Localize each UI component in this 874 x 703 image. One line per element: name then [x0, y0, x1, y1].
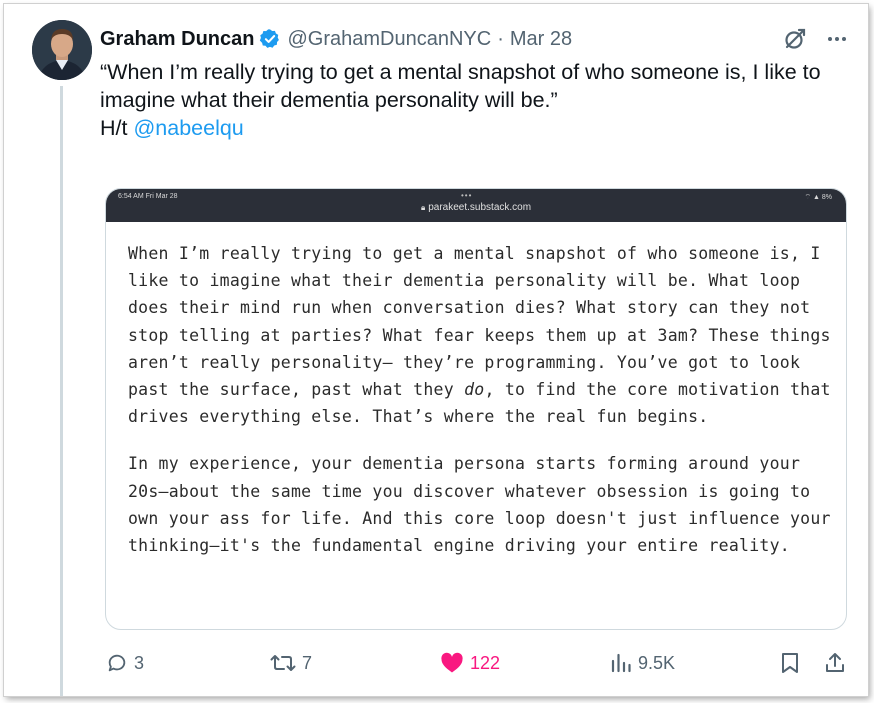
- url-text: parakeet.substack.com: [428, 202, 532, 213]
- tweet-actions: 3 7 122 9.5K: [100, 652, 852, 678]
- tweet-date[interactable]: Mar 28: [510, 28, 572, 51]
- share-icon: [826, 653, 844, 672]
- separator-dot: ·: [497, 27, 504, 50]
- repost-count: 7: [302, 652, 313, 673]
- avatar[interactable]: [32, 20, 92, 80]
- bookmark-button[interactable]: [780, 652, 800, 674]
- thread-line: [60, 86, 63, 696]
- grok-icon[interactable]: [782, 26, 808, 52]
- more-options-icon[interactable]: [826, 28, 848, 50]
- author-name[interactable]: Graham Duncan: [100, 28, 254, 51]
- author-handle[interactable]: @GrahamDuncanNYC: [287, 28, 491, 51]
- reply-count: 3: [134, 652, 145, 673]
- avatar-image: [32, 20, 92, 80]
- hat-tip-line: H/t @nabeelqu: [100, 114, 860, 142]
- embedded-screenshot[interactable]: 6:54 AM Fri Mar 28 ••• ⌔ ▲ 8% 🔒︎ parakeet…: [105, 188, 847, 630]
- lock-icon: 🔒︎: [420, 203, 426, 212]
- repost-icon: [270, 655, 296, 671]
- status-indicators: ⌔ ▲ 8%: [804, 194, 832, 201]
- tweet-header: Graham Duncan @GrahamDuncanNYC · Mar 28: [100, 24, 850, 54]
- paragraph-1-text: When I’m really trying to get a mental s…: [128, 244, 831, 400]
- tweet-quote: “When I’m really trying to get a mental …: [100, 60, 821, 112]
- share-button[interactable]: [824, 652, 846, 674]
- like-count: 122: [470, 652, 501, 673]
- url-bar: 🔒︎ parakeet.substack.com: [106, 202, 846, 213]
- article-body: When I’m really trying to get a mental s…: [106, 222, 846, 559]
- view-count: 9.5K: [638, 652, 676, 673]
- views-chart-icon: [611, 653, 631, 673]
- mention-link[interactable]: @nabeelqu: [133, 116, 243, 140]
- browser-status-bar: 6:54 AM Fri Mar 28 ••• ⌔ ▲ 8% 🔒︎ parakeet…: [106, 189, 846, 222]
- paragraph-1-emphasis: do: [464, 380, 485, 400]
- status-time: 6:54 AM Fri Mar 28: [118, 193, 178, 200]
- tab-dots: •••: [461, 191, 473, 200]
- tweet-text: “When I’m really trying to get a mental …: [100, 58, 860, 142]
- views-button[interactable]: 9.5K: [610, 652, 675, 674]
- repost-button[interactable]: 7: [270, 652, 312, 674]
- heart-icon: [441, 652, 463, 673]
- header-actions: [782, 26, 848, 52]
- article-paragraph-2: In my experience, your dementia persona …: [128, 454, 831, 556]
- tweet-card: Graham Duncan @GrahamDuncanNYC · Mar 28 …: [4, 4, 868, 696]
- reply-button[interactable]: 3: [106, 652, 144, 674]
- like-button[interactable]: 122: [440, 652, 500, 674]
- bookmark-icon: [782, 653, 798, 673]
- article-paragraph-1: When I’m really trying to get a mental s…: [128, 240, 836, 430]
- hat-tip-prefix: H/t: [100, 116, 134, 140]
- reply-icon: [108, 654, 126, 672]
- verified-badge-icon: [260, 29, 280, 48]
